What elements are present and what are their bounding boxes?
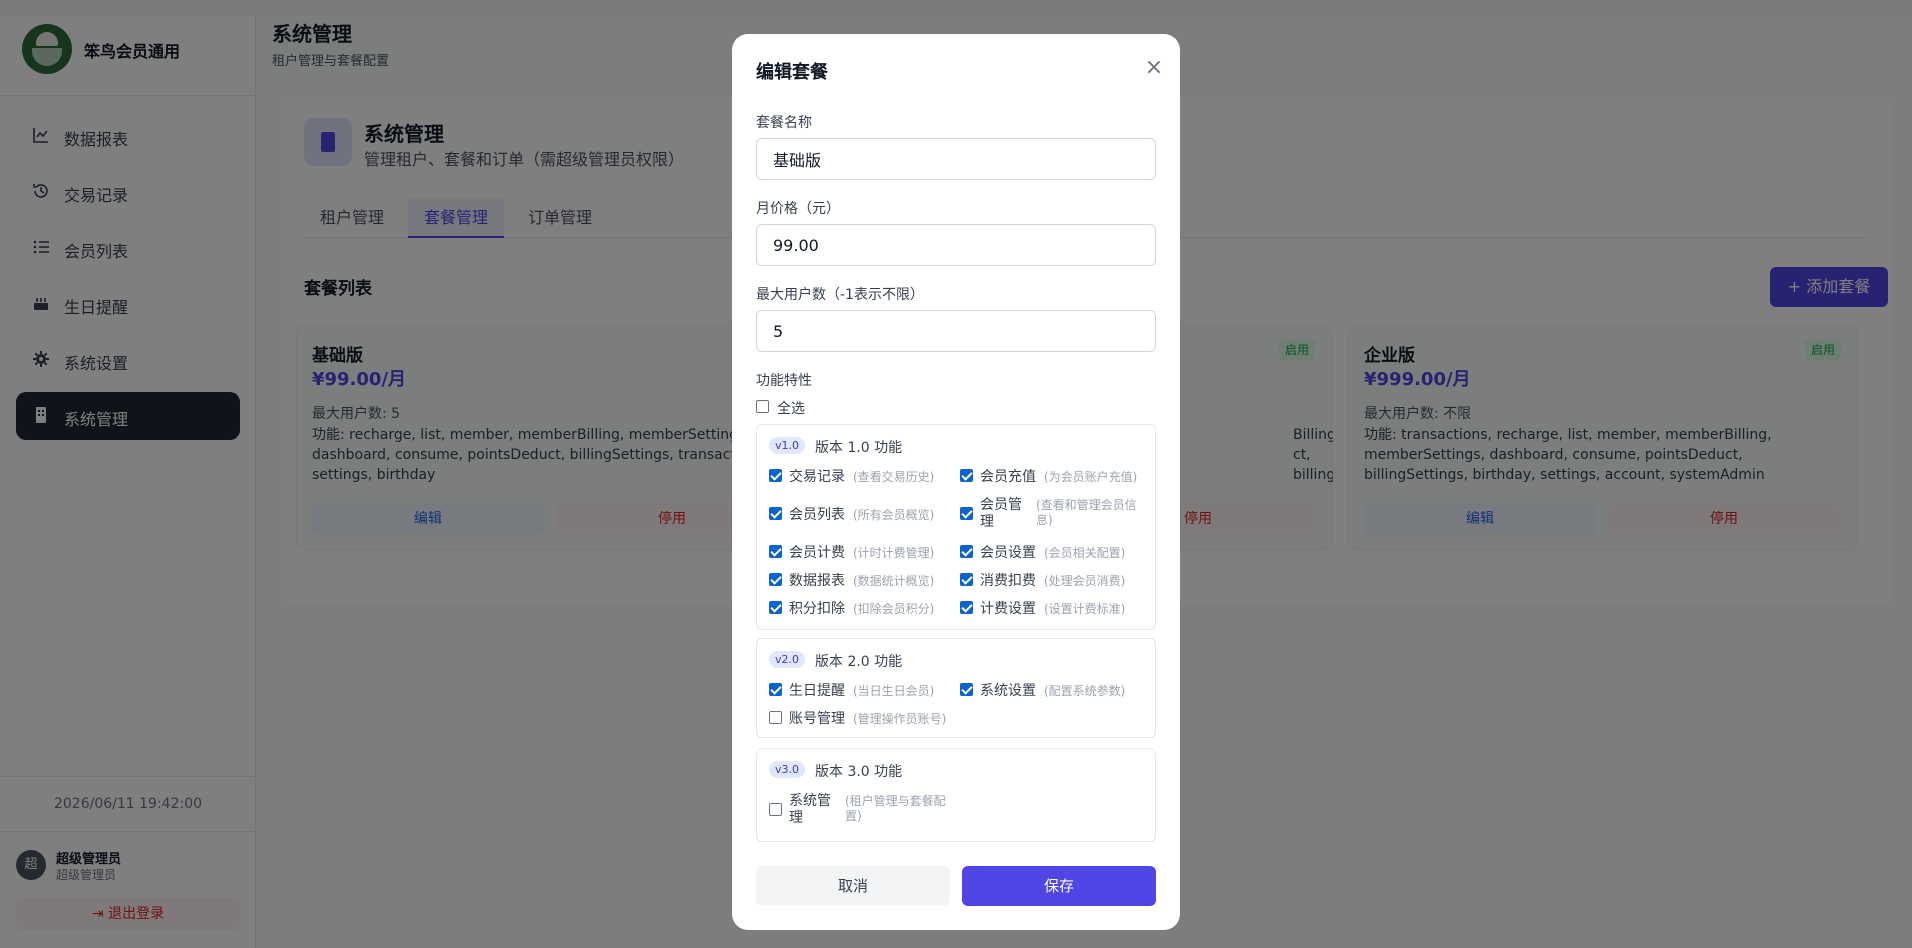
feature-desc: (会员相关配置) (1044, 546, 1126, 560)
feature-group-v1: v1.0 版本 1.0 功能 交易记录 (查看交易历史) 会员充值 (为会员账户… (756, 424, 1156, 630)
feature-label: 积分扣除 (789, 601, 845, 617)
feature-label: 会员管理 (980, 497, 1022, 530)
max-users-label: 最大用户数（-1表示不限） (756, 287, 924, 303)
feature-desc: (设置计费标准) (1044, 602, 1126, 616)
version-badge: v2.0 (769, 651, 806, 668)
feature-desc: (管理操作员账号) (853, 712, 947, 726)
feature-label: 计费设置 (980, 601, 1036, 617)
feature-label: 会员设置 (980, 545, 1036, 561)
feature-checkbox[interactable] (769, 545, 782, 558)
feature-label: 生日提醒 (789, 683, 845, 699)
feature-label: 会员计费 (789, 545, 845, 561)
group-label: 版本 1.0 功能 (815, 440, 903, 456)
group-label: 版本 3.0 功能 (815, 764, 903, 780)
feature-label: 会员列表 (789, 507, 845, 523)
feature-desc: (为会员账户充值) (1044, 470, 1138, 484)
feature-desc: (查看交易历史) (853, 470, 935, 484)
feature-label: 系统设置 (980, 683, 1036, 699)
feature-desc: (所有会员概览) (853, 508, 935, 522)
feature-label: 消费扣费 (980, 573, 1036, 589)
feature-checkbox[interactable] (769, 711, 782, 724)
feature-label: 账号管理 (789, 711, 845, 727)
edit-plan-modal: 编辑套餐 × 套餐名称 月价格（元） 最大用户数（-1表示不限） 功能特性 全选… (732, 34, 1180, 930)
feature-checkbox[interactable] (960, 507, 973, 520)
feature-desc: (数据统计概览) (853, 574, 935, 588)
feature-label: 数据报表 (789, 573, 845, 589)
feature-group-v3: v3.0 版本 3.0 功能 系统管理 (租户管理与套餐配置) (756, 748, 1156, 842)
version-badge: v1.0 (769, 437, 806, 454)
max-users-input[interactable] (756, 310, 1156, 352)
feature-checkbox[interactable] (769, 803, 782, 816)
version-badge: v3.0 (769, 761, 806, 778)
select-all-label: 全选 (777, 401, 805, 417)
cancel-button[interactable]: 取消 (756, 866, 950, 906)
feature-checkbox[interactable] (960, 545, 973, 558)
price-input[interactable] (756, 224, 1156, 266)
feature-desc: (查看和管理会员信息) (1036, 498, 1137, 527)
plan-name-label: 套餐名称 (756, 115, 812, 131)
feature-desc: (当日生日会员) (853, 684, 935, 698)
plan-name-input[interactable] (756, 138, 1156, 180)
feature-checkbox[interactable] (769, 683, 782, 696)
feature-checkbox[interactable] (769, 507, 782, 520)
save-button[interactable]: 保存 (962, 866, 1156, 906)
feature-desc: (扣除会员积分) (853, 602, 935, 616)
modal-title: 编辑套餐 (756, 62, 828, 83)
feature-desc: (配置系统参数) (1044, 684, 1126, 698)
price-label: 月价格（元） (756, 201, 840, 217)
feature-checkbox[interactable] (960, 573, 973, 586)
feature-checkbox[interactable] (960, 683, 973, 696)
features-label: 功能特性 (756, 373, 812, 389)
feature-label: 系统管理 (789, 793, 831, 826)
feature-desc: (计时计费管理) (853, 546, 935, 560)
feature-checkbox[interactable] (769, 573, 782, 586)
group-label: 版本 2.0 功能 (815, 654, 903, 670)
feature-label: 交易记录 (789, 469, 845, 485)
feature-checkbox[interactable] (769, 601, 782, 614)
feature-checkbox[interactable] (960, 469, 973, 482)
feature-desc: (处理会员消费) (1044, 574, 1126, 588)
feature-desc: (租户管理与套餐配置) (845, 794, 946, 823)
select-all-checkbox[interactable] (756, 400, 769, 413)
feature-group-v2: v2.0 版本 2.0 功能 生日提醒 (当日生日会员) 系统设置 (配置系统参… (756, 638, 1156, 738)
close-icon[interactable]: × (1142, 56, 1166, 80)
feature-label: 会员充值 (980, 469, 1036, 485)
feature-checkbox[interactable] (960, 601, 973, 614)
feature-checkbox[interactable] (769, 469, 782, 482)
